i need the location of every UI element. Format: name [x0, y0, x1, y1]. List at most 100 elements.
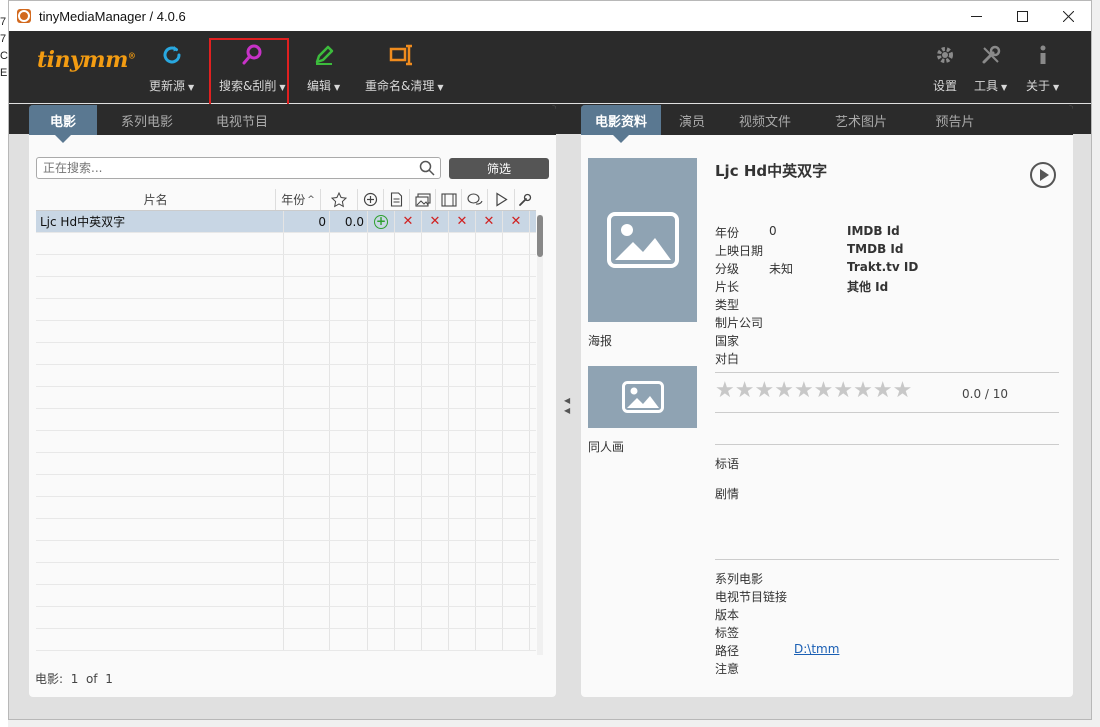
empty-cell — [476, 497, 503, 518]
empty-cell — [284, 585, 330, 606]
empty-cell — [395, 519, 422, 540]
empty-cell — [284, 453, 330, 474]
empty-cell — [476, 541, 503, 562]
empty-cell — [449, 409, 476, 430]
column-header-watched[interactable] — [488, 189, 515, 210]
empty-cell — [449, 343, 476, 364]
settings-button[interactable]: 设置 — [933, 37, 957, 101]
close-button[interactable] — [1045, 1, 1091, 31]
maximize-button[interactable] — [999, 1, 1045, 31]
tools-button[interactable]: 工具 ▼ — [974, 37, 1007, 101]
x-icon: ✕ — [402, 214, 414, 229]
empty-cell — [284, 299, 330, 320]
cell-in-library: + — [368, 211, 395, 232]
empty-cell — [395, 607, 422, 628]
update-sources-label: 更新源 — [149, 79, 186, 93]
desktop-edge: 7 7 C E — [0, 0, 8, 727]
tab-movies[interactable]: 电影 — [29, 105, 97, 143]
cell-trailer: ✕ — [449, 211, 476, 232]
empty-cell — [284, 497, 330, 518]
play-button[interactable] — [1029, 161, 1057, 192]
empty-row — [36, 519, 536, 541]
column-header-in-library[interactable] — [358, 189, 384, 210]
empty-cell — [395, 321, 422, 342]
tab-tv-shows[interactable]: 电视节目 — [197, 105, 287, 135]
empty-cell — [449, 519, 476, 540]
cell-subtitles: ✕ — [476, 211, 503, 232]
minimize-button[interactable] — [953, 1, 999, 31]
divider — [715, 372, 1059, 373]
empty-cell — [422, 343, 449, 364]
column-header-images[interactable] — [410, 189, 437, 210]
search-input[interactable] — [37, 158, 407, 178]
column-header-title[interactable]: 片名 — [36, 189, 277, 210]
empty-cell — [284, 607, 330, 628]
empty-cell — [476, 475, 503, 496]
empty-cell — [368, 629, 395, 650]
tab-trailer[interactable]: 预告片 — [915, 105, 995, 135]
empty-cell — [36, 255, 284, 276]
tab-movie-details[interactable]: 电影资料 — [581, 105, 661, 143]
update-sources-button[interactable]: 更新源 ▼ — [149, 37, 194, 101]
empty-cell — [449, 629, 476, 650]
empty-cell — [422, 321, 449, 342]
star-icon: ★ — [892, 378, 913, 403]
plus-circle-icon — [363, 192, 377, 207]
tab-artwork[interactable]: 艺术图片 — [807, 105, 915, 135]
empty-cell — [36, 343, 284, 364]
path-link[interactable]: D:\tmm — [794, 642, 839, 656]
about-button[interactable]: 关于 ▼ — [1026, 37, 1059, 101]
rename-icon — [390, 44, 413, 66]
column-header-nfo[interactable] — [384, 189, 410, 210]
column-header-year[interactable]: 年份 ^ — [276, 189, 321, 210]
empty-row — [36, 365, 536, 387]
empty-cell — [503, 585, 530, 606]
empty-cell — [503, 453, 530, 474]
empty-cell — [503, 519, 530, 540]
empty-cell — [330, 409, 368, 430]
tab-movie-sets[interactable]: 系列电影 — [97, 105, 197, 135]
desktop-text: C — [0, 50, 8, 62]
rename-clean-button[interactable]: 重命名&清理 ▼ — [365, 37, 444, 101]
poster-image[interactable] — [588, 158, 697, 322]
empty-cell — [476, 607, 503, 628]
filter-button[interactable]: 筛选 — [449, 158, 549, 179]
field-certification-label: 分级 — [715, 262, 740, 276]
magnifier-icon[interactable] — [419, 160, 435, 176]
edit-button[interactable]: 编辑 ▼ — [307, 37, 340, 101]
x-icon: ✕ — [510, 214, 522, 229]
empty-cell — [284, 475, 330, 496]
empty-cell — [36, 585, 284, 606]
empty-row — [36, 277, 536, 299]
column-header-subtitles[interactable] — [462, 189, 489, 210]
splitter-handle[interactable]: ◀ ◀ — [564, 396, 570, 416]
tab-media-files[interactable]: 视频文件 — [723, 105, 807, 135]
chevron-down-icon: ▼ — [1001, 83, 1008, 92]
poster-caption: 海报 — [588, 334, 613, 348]
empty-cell — [395, 431, 422, 452]
empty-cell — [284, 277, 330, 298]
table-row[interactable]: Ljc Hd中英双字 0 0.0 + ✕ ✕ ✕ ✕ ✕ — [36, 211, 536, 233]
settings-label: 设置 — [933, 79, 958, 93]
column-header-settings[interactable] — [515, 189, 536, 210]
empty-cell — [330, 475, 368, 496]
empty-cell — [476, 233, 503, 254]
empty-cell — [503, 387, 530, 408]
empty-cell — [476, 343, 503, 364]
empty-cell — [368, 475, 395, 496]
plot-label: 剧情 — [715, 487, 740, 501]
fanart-image[interactable] — [588, 366, 697, 428]
cell-watched: ✕ — [503, 211, 530, 232]
tab-cast[interactable]: 演员 — [661, 105, 723, 135]
vertical-scrollbar[interactable] — [537, 215, 543, 655]
empty-cell — [422, 431, 449, 452]
main-toolbar: tinymm® 更新源 ▼ 搜索&刮削 ▼ 编辑 ▼ 重命名&清理 ▼ 设置 工具 ▼ — [9, 31, 1091, 106]
desktop-text: E — [0, 67, 8, 79]
status-of: of — [85, 672, 98, 686]
scrollbar-thumb[interactable] — [537, 215, 543, 257]
empty-cell — [284, 365, 330, 386]
column-header-trailer[interactable] — [436, 189, 463, 210]
empty-cell — [449, 607, 476, 628]
empty-cell — [368, 365, 395, 386]
column-header-rating[interactable] — [321, 189, 358, 210]
